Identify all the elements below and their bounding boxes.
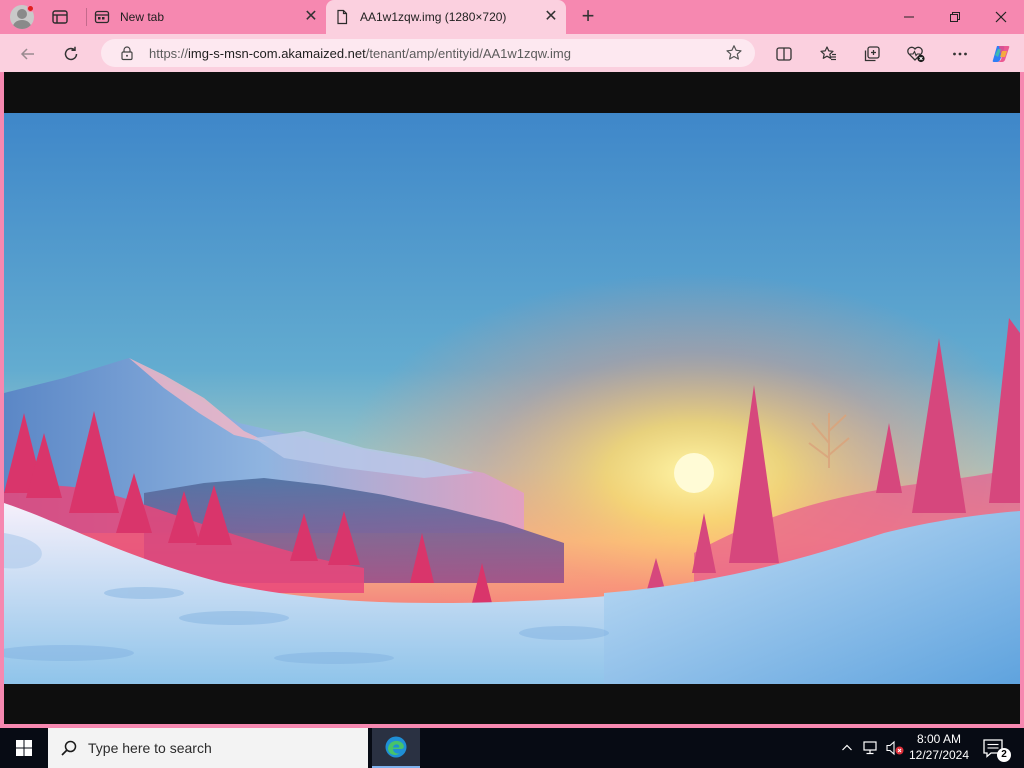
browser-essentials-button[interactable] [903, 41, 929, 67]
clock-time: 8:00 AM [916, 732, 962, 746]
restore-button[interactable] [932, 0, 978, 34]
taskbar: Type here to search 8:00 AM 12/27/2024 2 [0, 728, 1024, 768]
close-tab-icon[interactable]: ✕ [542, 8, 560, 26]
close-icon [995, 11, 1007, 23]
new-tab-page-icon [94, 9, 110, 25]
tab-new-tab[interactable]: New tab ✕ [86, 0, 326, 34]
network-icon [863, 741, 877, 755]
tab-strip: New tab ✕ AA1w1zqw.img (1280×720) ✕ + [0, 0, 1024, 34]
profile-notification-dot [27, 5, 34, 12]
chevron-up-icon [842, 744, 852, 751]
url-scheme: https:// [149, 46, 189, 61]
tab-image[interactable]: AA1w1zqw.img (1280×720) ✕ [326, 0, 566, 34]
refresh-button[interactable] [58, 41, 84, 67]
lock-icon[interactable] [119, 45, 135, 61]
more-icon [953, 52, 967, 56]
notification-icon [983, 739, 1003, 758]
browser-essentials-icon [907, 46, 925, 63]
winter-sunset-landscape-image [4, 113, 1020, 684]
action-center-button[interactable]: 2 [978, 728, 1018, 768]
search-placeholder: Type here to search [88, 740, 212, 756]
tab-actions-icon[interactable] [48, 5, 72, 29]
notification-count-badge: 2 [997, 748, 1011, 762]
address-bar[interactable]: https://img-s-msn-com.akamaized.net/tena… [101, 39, 755, 67]
tab-title: AA1w1zqw.img (1280×720) [360, 10, 507, 24]
collections-icon [864, 46, 880, 62]
back-icon [20, 48, 34, 60]
collections-button[interactable] [859, 41, 885, 67]
image-viewer [4, 72, 1020, 724]
search-icon [60, 739, 78, 757]
volume-muted-icon [886, 740, 904, 756]
url-host: img-s-msn-com.akamaized.net [188, 46, 366, 61]
minimize-icon [904, 16, 914, 18]
copilot-icon [992, 46, 1010, 62]
document-icon [334, 9, 350, 25]
clock-date: 12/27/2024 [908, 748, 970, 762]
new-tab-button[interactable]: + [576, 5, 600, 29]
favorites-icon [820, 46, 836, 61]
close-window-button[interactable] [978, 0, 1024, 34]
add-favorite-icon[interactable] [725, 44, 743, 62]
taskbar-clock[interactable]: 8:00 AM 12/27/2024 [904, 731, 974, 765]
back-button[interactable] [15, 41, 41, 67]
show-hidden-icons-button[interactable] [838, 728, 856, 768]
taskbar-search[interactable]: Type here to search [48, 728, 368, 768]
restore-icon [950, 12, 960, 22]
minimize-button[interactable] [886, 0, 932, 34]
close-tab-icon[interactable]: ✕ [302, 8, 320, 26]
refresh-icon [64, 46, 78, 61]
taskbar-edge-app[interactable] [372, 728, 420, 768]
url-text: https://img-s-msn-com.akamaized.net/tena… [149, 46, 571, 61]
favorites-button[interactable] [815, 41, 841, 67]
tab-title: New tab [120, 10, 165, 24]
edge-icon [385, 736, 407, 758]
windows-logo-icon [16, 740, 32, 756]
start-button[interactable] [0, 728, 48, 768]
browser-toolbar: https://img-s-msn-com.akamaized.net/tena… [0, 34, 1024, 72]
copilot-button[interactable] [988, 41, 1014, 67]
split-screen-button[interactable] [771, 41, 797, 67]
more-button[interactable] [947, 41, 973, 67]
volume-button[interactable] [884, 728, 906, 768]
network-button[interactable] [860, 728, 882, 768]
split-screen-icon [776, 47, 792, 61]
url-path: /tenant/amp/entityid/AA1w1zqw.img [365, 46, 571, 61]
